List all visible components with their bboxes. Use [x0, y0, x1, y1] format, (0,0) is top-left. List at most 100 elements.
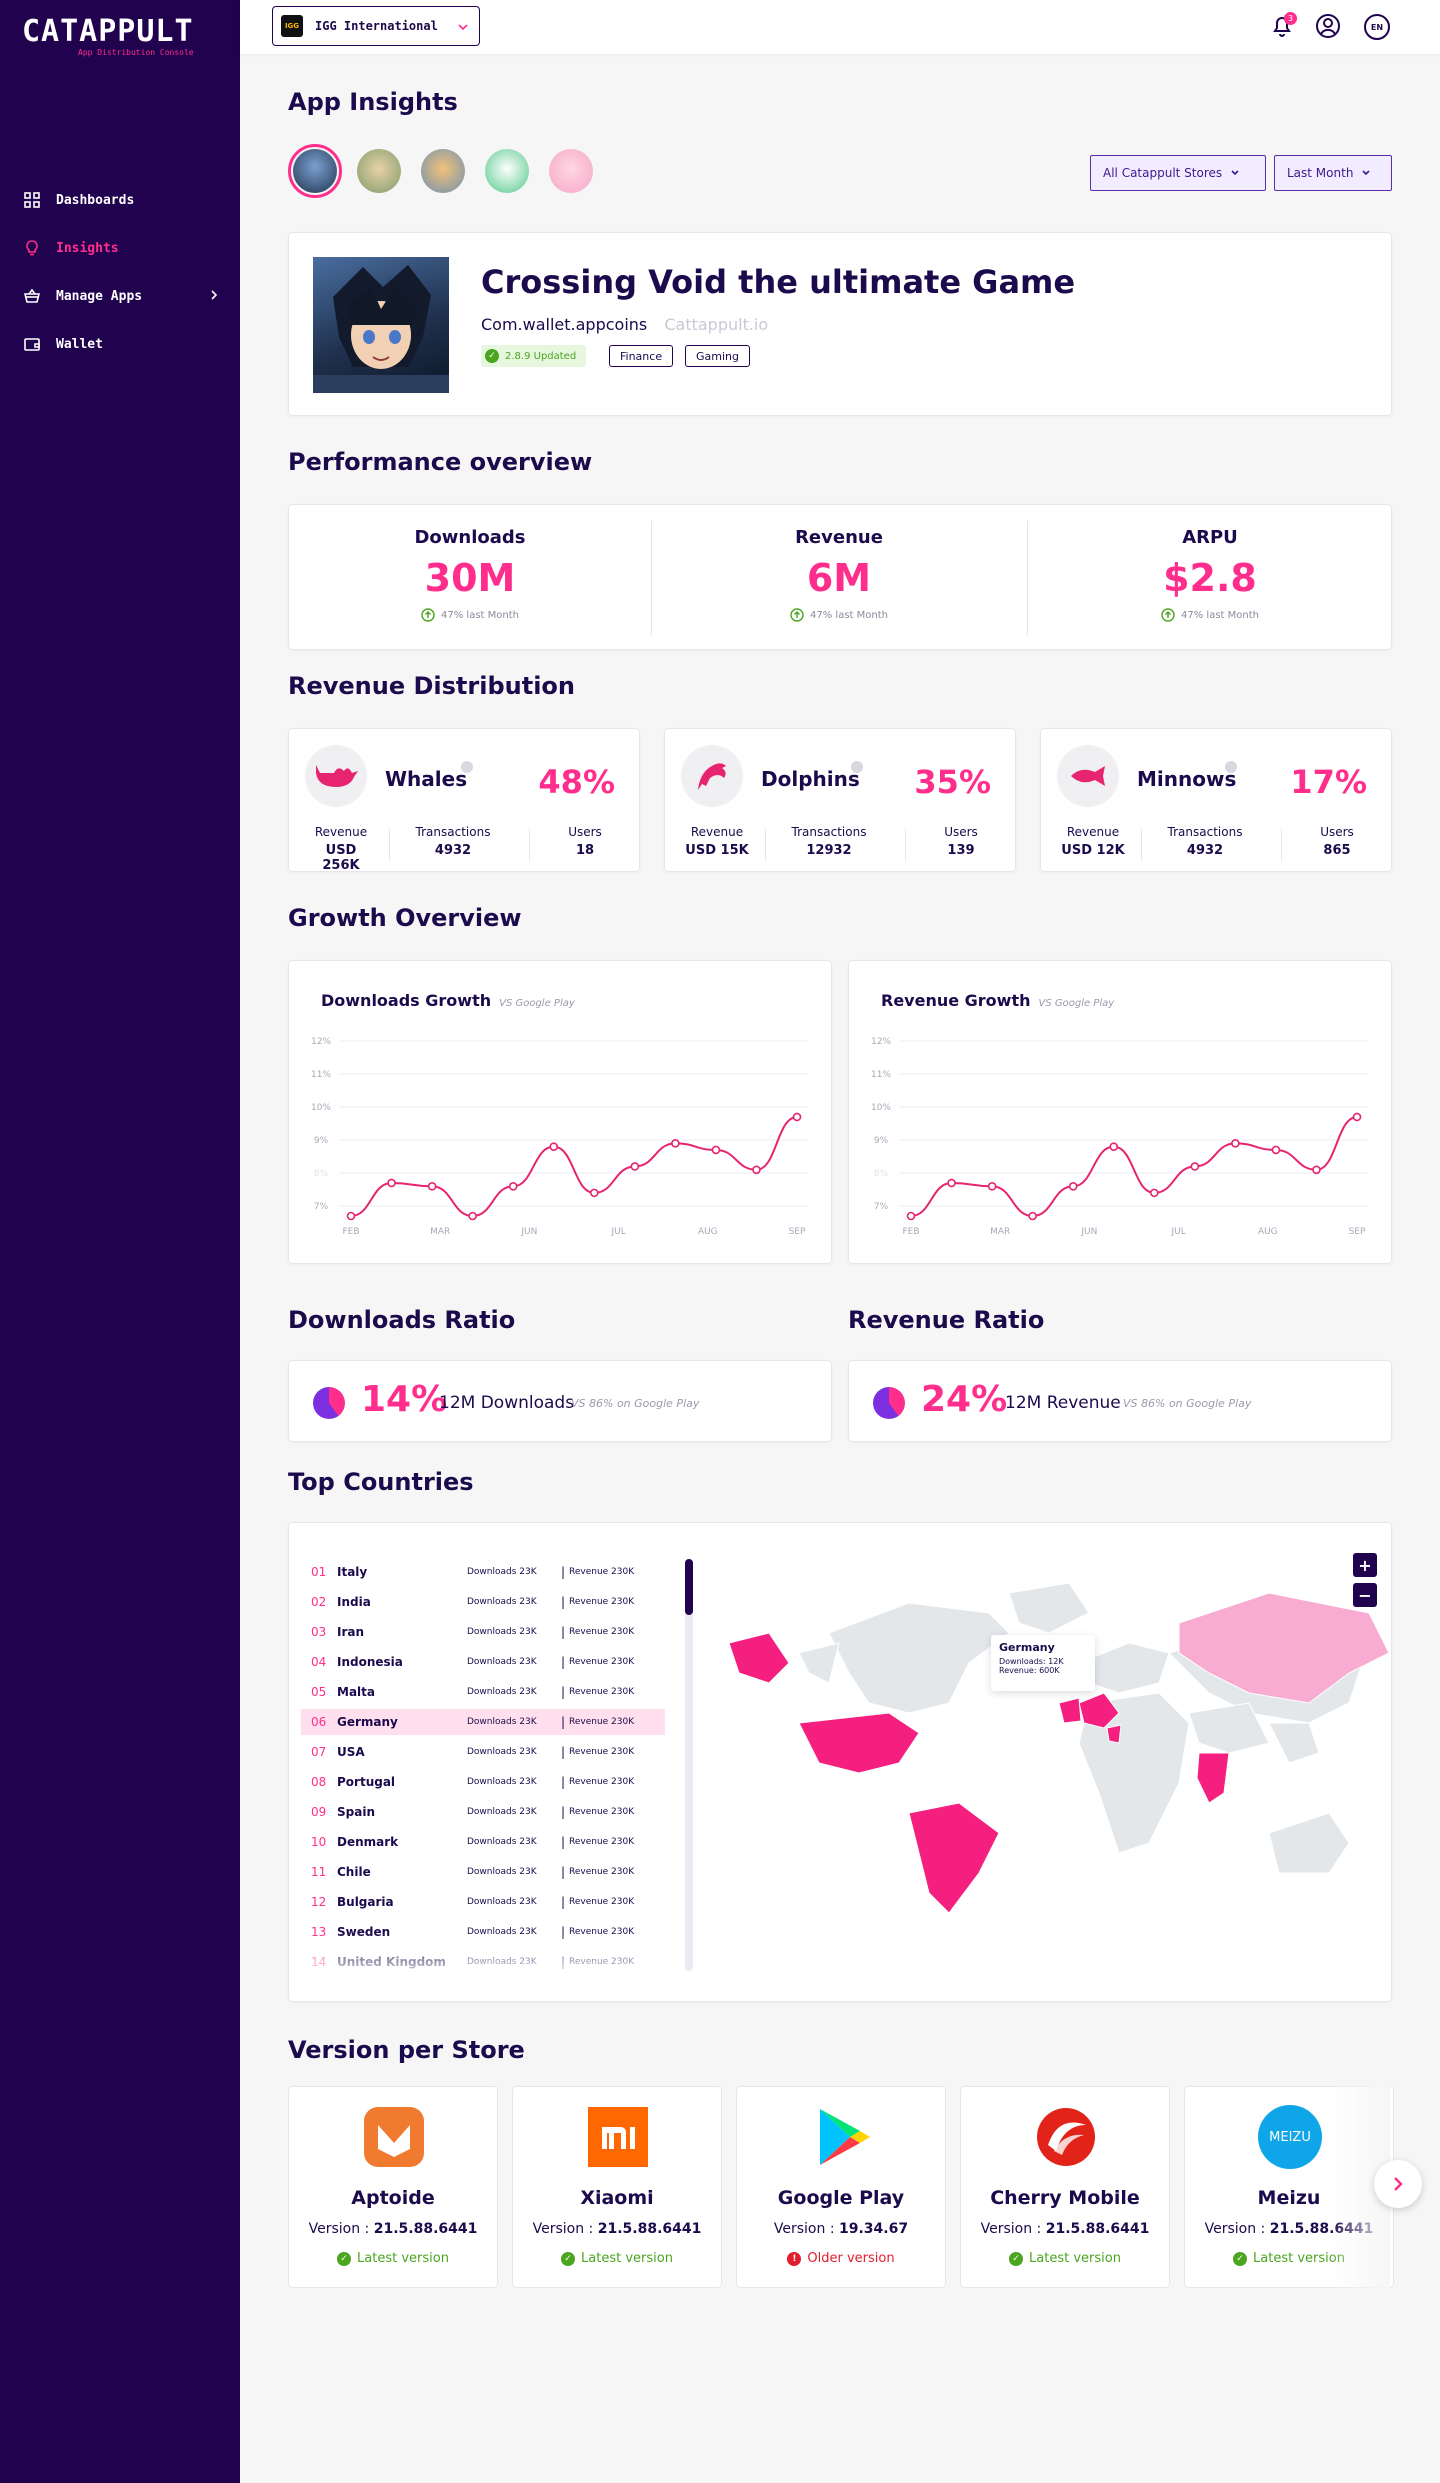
app-thumb-4[interactable]: [480, 144, 534, 198]
country-row[interactable]: 03 Iran Downloads 23K | Revenue 230K: [301, 1619, 665, 1645]
data-point[interactable]: [792, 1112, 802, 1122]
x-tick-label: MAR: [990, 1227, 1010, 1237]
scrollbar-thumb[interactable]: [685, 1559, 693, 1615]
data-point[interactable]: [549, 1142, 559, 1151]
info-icon[interactable]: [851, 761, 863, 773]
country-downloads: Downloads 23K: [467, 1897, 537, 1907]
data-point[interactable]: [1190, 1162, 1200, 1171]
data-point[interactable]: [387, 1178, 396, 1188]
data-point[interactable]: [752, 1165, 761, 1175]
country-row[interactable]: 04 Indonesia Downloads 23K | Revenue 230K: [301, 1649, 665, 1675]
country-row[interactable]: 01 Italy Downloads 23K | Revenue 230K: [301, 1559, 665, 1585]
perf-value: 6M: [806, 556, 872, 600]
store-version: Version : 19.34.67: [737, 2221, 945, 2237]
data-point[interactable]: [1109, 1142, 1119, 1151]
data-point[interactable]: [427, 1181, 437, 1191]
country-row[interactable]: 09 Spain Downloads 23K | Revenue 230K: [301, 1799, 665, 1825]
zoom-out-button[interactable]: −: [1353, 1583, 1377, 1607]
series-line: [350, 1115, 798, 1218]
user-icon[interactable]: [1314, 12, 1342, 40]
tag-finance[interactable]: Finance: [609, 345, 674, 367]
x-tick-label: MAR: [430, 1227, 450, 1237]
data-point[interactable]: [1231, 1139, 1240, 1148]
carousel-next-button[interactable]: [1374, 2160, 1422, 2208]
stat-value: USD 15K: [685, 843, 749, 858]
data-point[interactable]: [1312, 1165, 1321, 1175]
country-rank: 09: [311, 1805, 327, 1819]
app-thumb-2[interactable]: [352, 144, 406, 198]
sidebar-item-manage-apps[interactable]: Manage Apps: [0, 272, 240, 320]
language-selector[interactable]: EN: [1364, 14, 1390, 40]
segment-pct: 48%: [538, 763, 615, 801]
stat-label: Users: [944, 825, 978, 839]
google-play-logo-icon: [820, 2109, 870, 2165]
period-filter-dropdown[interactable]: Last Month: [1274, 155, 1392, 191]
country-downloads: Downloads 23K: [467, 1867, 537, 1877]
sidebar-item-insights[interactable]: Insights: [0, 224, 240, 272]
version-per-store-title: Version per Store: [288, 2036, 525, 2064]
data-point[interactable]: [1149, 1188, 1159, 1198]
data-point[interactable]: [346, 1211, 356, 1221]
store-version: Version : 21.5.88.6441: [961, 2221, 1169, 2237]
segment-revenue: Revenue USD 12K: [1057, 825, 1129, 858]
data-point[interactable]: [671, 1139, 680, 1148]
sidebar-item-dashboards[interactable]: Dashboards: [0, 176, 240, 224]
data-point[interactable]: [1271, 1145, 1281, 1155]
country-row[interactable]: 02 India Downloads 23K | Revenue 230K: [301, 1589, 665, 1615]
country-row[interactable]: 07 USA Downloads 23K | Revenue 230K: [301, 1739, 665, 1765]
tag-gaming[interactable]: Gaming: [685, 345, 750, 367]
data-point[interactable]: [630, 1162, 640, 1171]
sidebar-item-wallet[interactable]: Wallet: [0, 320, 240, 368]
perf-delta: 47% last Month: [651, 608, 1027, 622]
country-downloads: Downloads 23K: [467, 1657, 537, 1667]
y-tick-label: 8%: [314, 1169, 329, 1179]
country-rank: 02: [311, 1595, 327, 1609]
data-point[interactable]: [1068, 1181, 1078, 1191]
store-card-aptoide[interactable]: Aptoide Version : 21.5.88.6441 ✓ Latest v…: [288, 2086, 498, 2288]
store-card-cherry-mobile[interactable]: Cherry Mobile Version : 21.5.88.6441 ✓ La…: [960, 2086, 1170, 2288]
data-point[interactable]: [711, 1145, 721, 1155]
data-point[interactable]: [589, 1188, 599, 1198]
separator: |: [560, 1895, 566, 1909]
divider: [1281, 829, 1282, 861]
line-chart: 12% 11% 10% 9% 8% 7% FEB MAR JUN JUL AUG SEP: [871, 1037, 1369, 1237]
zoom-in-button[interactable]: +: [1353, 1553, 1377, 1577]
app-thumb-1[interactable]: [288, 144, 342, 198]
catappult-logo[interactable]: CATAPPULT: [22, 14, 194, 49]
store-card-xiaomi[interactable]: Xiaomi Version : 21.5.88.6441 ✓ Latest ve…: [512, 2086, 722, 2288]
sidebar-item-label: Dashboards: [56, 192, 135, 208]
info-icon[interactable]: [461, 761, 473, 773]
data-point[interactable]: [906, 1211, 916, 1221]
store-name: Aptoide: [351, 2187, 435, 2209]
country-name: Portugal: [337, 1775, 396, 1789]
data-point[interactable]: [1352, 1112, 1362, 1122]
country-row[interactable]: 11 Chile Downloads 23K | Revenue 230K: [301, 1859, 665, 1885]
data-point[interactable]: [987, 1181, 997, 1191]
country-list-scrollbar[interactable]: [685, 1559, 693, 1971]
perf-value: 30M: [424, 556, 516, 600]
info-icon[interactable]: [1225, 761, 1237, 773]
organization-select[interactable]: IGG IGG International: [272, 6, 480, 46]
store-filter-label: All Catappult Stores: [1103, 166, 1223, 180]
data-point[interactable]: [508, 1181, 518, 1191]
revenue-growth-chart: Revenue Growth VS Google Play 12% 11% 10% 9%…: [848, 960, 1392, 1264]
data-point[interactable]: [947, 1178, 956, 1188]
store-filter-dropdown[interactable]: All Catappult Stores: [1090, 155, 1266, 191]
app-thumb-5[interactable]: [544, 144, 598, 198]
data-point[interactable]: [1028, 1211, 1037, 1221]
country-row[interactable]: 12 Bulgaria Downloads 23K | Revenue 230K: [301, 1889, 665, 1915]
country-row[interactable]: 08 Portugal Downloads 23K | Revenue 230K: [301, 1769, 665, 1795]
country-row[interactable]: 10 Denmark Downloads 23K | Revenue 230K: [301, 1829, 665, 1855]
segment-card-dolphins: Dolphins 35% Revenue USD 15K Transactions…: [664, 728, 1016, 872]
country-row[interactable]: 05 Malta Downloads 23K | Revenue 230K: [301, 1679, 665, 1705]
chart-vs-label: VS Google Play: [1038, 998, 1115, 1009]
country-revenue: Revenue 230K: [569, 1687, 635, 1697]
country-revenue: Revenue 230K: [569, 1867, 635, 1877]
store-card-google-play[interactable]: Google Play Version : 19.34.67 ! Older ve…: [736, 2086, 946, 2288]
world-map[interactable]: [709, 1553, 1389, 1973]
sidebar-item-label: Wallet: [56, 336, 103, 352]
country-row[interactable]: 06 Germany Downloads 23K | Revenue 230K: [301, 1709, 665, 1735]
ratio-donut: [313, 1387, 345, 1419]
data-point[interactable]: [468, 1211, 477, 1221]
app-thumb-3[interactable]: [416, 144, 470, 198]
